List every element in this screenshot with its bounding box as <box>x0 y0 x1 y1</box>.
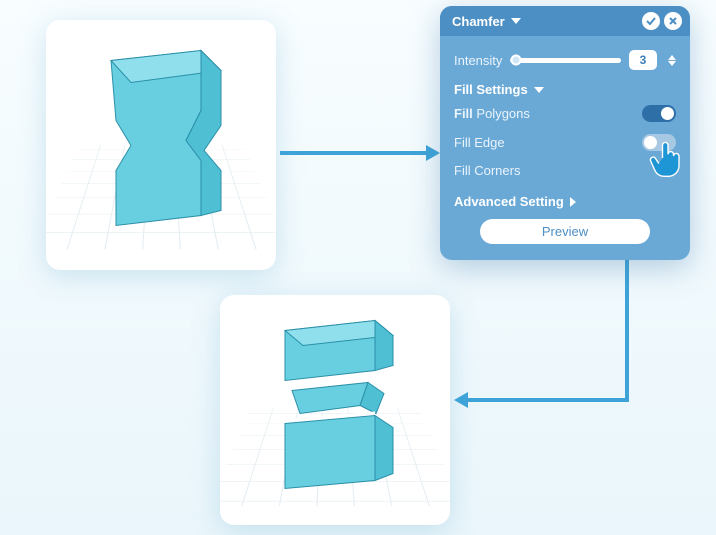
chevron-right-icon <box>570 197 576 207</box>
before-thumbnail <box>46 20 276 270</box>
arrow-panel-to-after <box>452 260 672 435</box>
chevron-up-icon[interactable] <box>668 55 676 60</box>
advanced-setting-header[interactable]: Advanced Setting <box>454 188 676 211</box>
confirm-button[interactable] <box>642 12 660 30</box>
panel-title: Chamfer <box>452 14 505 29</box>
intensity-row: Intensity 3 <box>454 44 676 76</box>
intensity-label: Intensity <box>454 53 502 68</box>
intensity-stepper[interactable] <box>668 55 676 66</box>
slider-knob[interactable] <box>511 55 522 66</box>
model-before <box>86 41 236 231</box>
fill-settings-label: Fill Settings <box>454 82 528 97</box>
close-button[interactable] <box>664 12 682 30</box>
chevron-down-icon[interactable] <box>668 61 676 66</box>
preview-button[interactable]: Preview <box>480 219 650 244</box>
dropdown-icon <box>511 18 521 24</box>
fill-edge-label: Fill Edge <box>454 135 505 150</box>
fill-corners-row: Fill Corners <box>454 157 676 184</box>
fill-polygons-label: Fill Polygons <box>454 106 530 121</box>
advanced-setting-label: Advanced Setting <box>454 194 564 209</box>
intensity-slider[interactable] <box>510 58 621 63</box>
fill-corners-label: Fill Corners <box>454 163 520 178</box>
fill-edge-row: Fill Edge <box>454 128 676 157</box>
arrow-before-to-panel <box>280 145 440 166</box>
dropdown-icon <box>534 87 544 93</box>
intensity-value[interactable]: 3 <box>629 50 657 70</box>
fill-edge-toggle[interactable] <box>642 134 676 151</box>
chamfer-panel: Chamfer Intensity 3 <box>440 6 690 260</box>
panel-header[interactable]: Chamfer <box>440 6 690 36</box>
fill-polygons-toggle[interactable] <box>642 105 676 122</box>
fill-settings-header[interactable]: Fill Settings <box>454 76 676 99</box>
fill-polygons-row: Fill Polygons <box>454 99 676 128</box>
after-thumbnail <box>220 295 450 525</box>
model-after <box>260 306 410 496</box>
